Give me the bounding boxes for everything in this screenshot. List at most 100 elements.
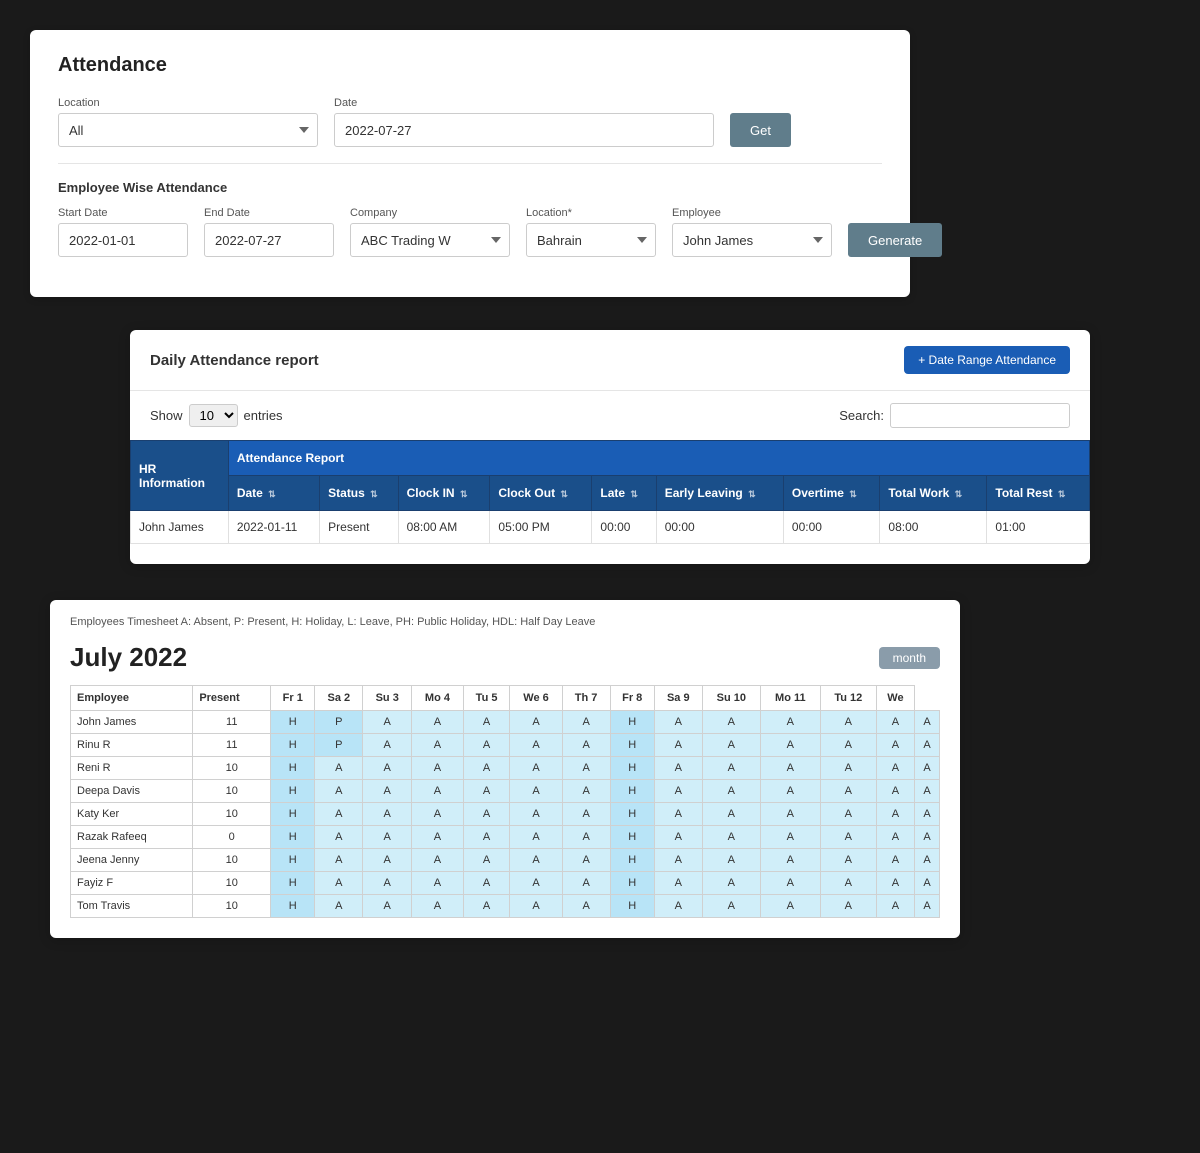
day-cell: H bbox=[271, 734, 315, 757]
day-cell: A bbox=[412, 780, 464, 803]
day-cell: A bbox=[510, 803, 562, 826]
day-cell-truncated: A bbox=[915, 803, 940, 826]
th-late[interactable]: Late ⇅ bbox=[592, 476, 656, 511]
search-input[interactable] bbox=[890, 403, 1070, 428]
day-cell: H bbox=[271, 780, 315, 803]
table-row: John James2022-01-11Present08:00 AM05:00… bbox=[131, 511, 1090, 544]
get-button[interactable]: Get bbox=[730, 113, 791, 147]
th-overtime[interactable]: Overtime ⇅ bbox=[783, 476, 880, 511]
card2-title: Daily Attendance report bbox=[150, 352, 319, 369]
start-date-input[interactable] bbox=[58, 223, 188, 257]
day-cell: A bbox=[510, 872, 562, 895]
present-count-cell: 0 bbox=[193, 826, 271, 849]
timesheet-th: Tu 12 bbox=[820, 686, 876, 711]
day-cell-truncated: A bbox=[915, 849, 940, 872]
attendance-table: HRInformation Attendance Report Date ⇅ S… bbox=[130, 440, 1090, 544]
day-cell: A bbox=[315, 803, 363, 826]
day-cell: H bbox=[610, 734, 654, 757]
filter-row-2: Start Date End Date Company ABC Trading … bbox=[58, 207, 882, 257]
company-group: Company ABC Trading W bbox=[350, 207, 510, 257]
day-cell: A bbox=[820, 734, 876, 757]
entries-label: entries bbox=[244, 408, 283, 423]
day-cell: A bbox=[510, 826, 562, 849]
location-group: Location All bbox=[58, 97, 318, 147]
table-controls: Show 10 25 50 entries Search: bbox=[130, 391, 1090, 440]
day-cell: A bbox=[463, 872, 510, 895]
timesheet-th: Present bbox=[193, 686, 271, 711]
day-cell: H bbox=[610, 757, 654, 780]
date-input[interactable] bbox=[334, 113, 714, 147]
day-cell: A bbox=[654, 826, 702, 849]
day-cell-truncated: A bbox=[915, 872, 940, 895]
end-date-input[interactable] bbox=[204, 223, 334, 257]
timesheet-th: We bbox=[876, 686, 914, 711]
day-cell: A bbox=[702, 734, 760, 757]
location2-select[interactable]: Bahrain bbox=[526, 223, 656, 257]
day-cell: A bbox=[363, 849, 412, 872]
month-button[interactable]: month bbox=[879, 647, 940, 669]
day-cell: A bbox=[562, 780, 610, 803]
day-cell: P bbox=[315, 711, 363, 734]
day-cell: A bbox=[876, 849, 914, 872]
th-attendance-report: Attendance Report bbox=[228, 441, 1089, 476]
th-clock-out[interactable]: Clock Out ⇅ bbox=[490, 476, 592, 511]
attendance-card: Attendance Location All Date Get Employe… bbox=[30, 30, 910, 297]
day-cell: A bbox=[363, 895, 412, 918]
timesheet-card: Employees Timesheet A: Absent, P: Presen… bbox=[50, 600, 960, 938]
timesheet-th: Su 3 bbox=[363, 686, 412, 711]
day-cell: H bbox=[271, 826, 315, 849]
day-cell: A bbox=[654, 780, 702, 803]
day-cell: A bbox=[510, 711, 562, 734]
day-cell: A bbox=[820, 757, 876, 780]
day-cell: A bbox=[702, 872, 760, 895]
generate-button[interactable]: Generate bbox=[848, 223, 942, 257]
day-cell: A bbox=[702, 895, 760, 918]
employee-name-cell: Rinu R bbox=[71, 734, 193, 757]
list-item: Razak Rafeeq0HAAAAAAHAAAAAA bbox=[71, 826, 940, 849]
th-total-rest[interactable]: Total Rest ⇅ bbox=[987, 476, 1090, 511]
day-cell: A bbox=[412, 895, 464, 918]
day-cell: A bbox=[702, 780, 760, 803]
show-label: Show bbox=[150, 408, 183, 423]
th-status[interactable]: Status ⇅ bbox=[320, 476, 398, 511]
day-cell: A bbox=[876, 872, 914, 895]
day-cell: H bbox=[610, 872, 654, 895]
total-work-sort-icon: ⇅ bbox=[955, 489, 963, 499]
company-select[interactable]: ABC Trading W bbox=[350, 223, 510, 257]
employee-name-cell: Tom Travis bbox=[71, 895, 193, 918]
day-cell: A bbox=[412, 711, 464, 734]
th-clock-in[interactable]: Clock IN ⇅ bbox=[398, 476, 490, 511]
location2-group: Location* Bahrain bbox=[526, 207, 656, 257]
day-cell: H bbox=[271, 757, 315, 780]
employee-select[interactable]: John James bbox=[672, 223, 832, 257]
day-cell: A bbox=[702, 803, 760, 826]
month-title: July 2022 bbox=[70, 642, 187, 673]
date-range-button[interactable]: + Date Range Attendance bbox=[904, 346, 1070, 374]
present-count-cell: 10 bbox=[193, 849, 271, 872]
day-cell: A bbox=[363, 711, 412, 734]
employee-name-cell: Razak Rafeeq bbox=[71, 826, 193, 849]
day-cell-truncated: A bbox=[915, 734, 940, 757]
th-date[interactable]: Date ⇅ bbox=[228, 476, 319, 511]
day-cell: A bbox=[876, 826, 914, 849]
end-date-group: End Date bbox=[204, 207, 334, 257]
day-cell: A bbox=[820, 872, 876, 895]
day-cell: A bbox=[760, 780, 820, 803]
early-leaving-sort-icon: ⇅ bbox=[748, 489, 756, 499]
clock-in-sort-icon: ⇅ bbox=[460, 489, 468, 499]
company-label: Company bbox=[350, 207, 510, 219]
th-early-leaving[interactable]: Early Leaving ⇅ bbox=[656, 476, 783, 511]
day-cell: A bbox=[363, 872, 412, 895]
day-cell: H bbox=[610, 711, 654, 734]
entries-select[interactable]: 10 25 50 bbox=[189, 404, 238, 427]
location-label: Location bbox=[58, 97, 318, 109]
th-total-work[interactable]: Total Work ⇅ bbox=[880, 476, 987, 511]
location-select[interactable]: All bbox=[58, 113, 318, 147]
day-cell: A bbox=[463, 757, 510, 780]
day-cell: A bbox=[315, 872, 363, 895]
day-cell: H bbox=[610, 780, 654, 803]
day-cell: H bbox=[610, 849, 654, 872]
day-cell: A bbox=[654, 849, 702, 872]
day-cell: H bbox=[271, 803, 315, 826]
day-cell: A bbox=[463, 826, 510, 849]
